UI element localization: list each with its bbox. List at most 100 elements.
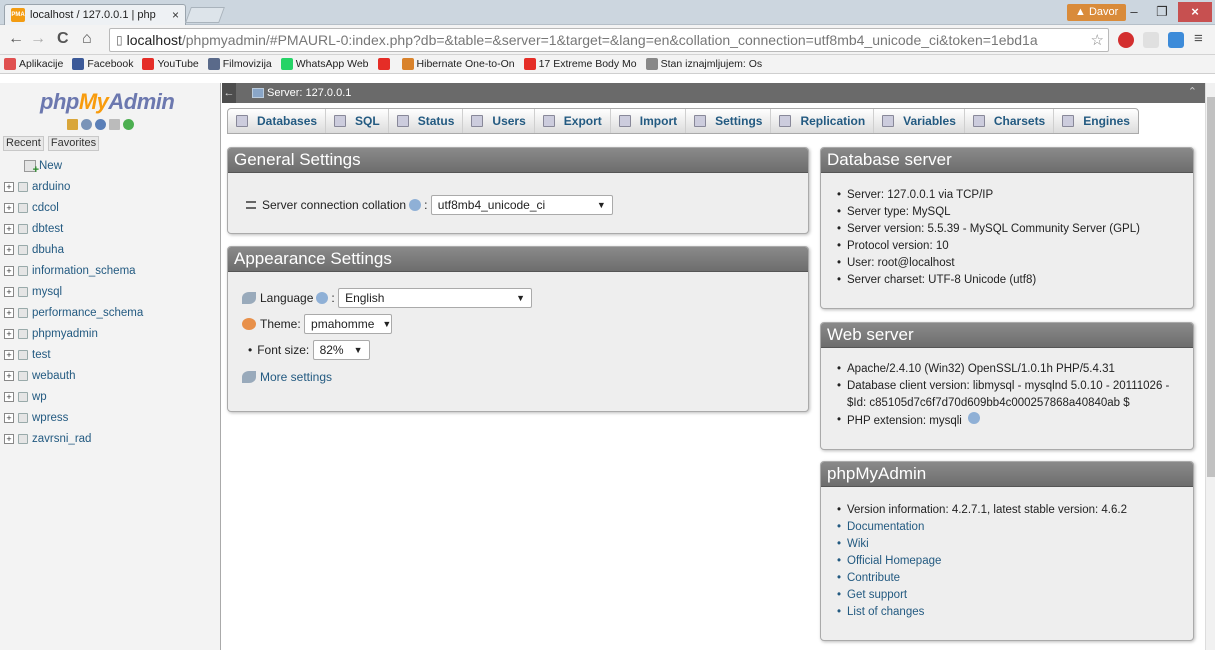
web-server-title: Web server [821, 323, 1193, 348]
bookmark-item[interactable]: 17 Extreme Body Mo [523, 58, 637, 70]
database-item[interactable]: + dbuha [4, 239, 219, 260]
expand-icon[interactable]: + [4, 223, 14, 234]
translate-extension-icon[interactable] [1168, 32, 1184, 48]
database-item[interactable]: + zavrsni_rad [4, 428, 219, 449]
home-icon[interactable]: ⌂ [82, 30, 92, 48]
theme-select[interactable]: pmahomme ▼ [304, 314, 393, 334]
user-name: Davor [1088, 6, 1119, 18]
pma-link[interactable]: Get support [835, 587, 1179, 604]
tab-users[interactable]: Users [463, 109, 535, 133]
bookmark-item[interactable]: Facebook [72, 58, 133, 70]
minimize-button[interactable]: – [1120, 2, 1148, 22]
tab-close-icon[interactable]: × [172, 8, 179, 22]
maximize-button[interactable]: ❐ [1148, 2, 1176, 22]
expand-icon[interactable]: + [4, 328, 14, 339]
pma-link[interactable]: Contribute [835, 570, 1179, 587]
help-icon[interactable] [95, 119, 106, 130]
bookmark-star-icon[interactable]: ☆ [1088, 31, 1104, 49]
more-settings-link[interactable]: More settings [260, 370, 332, 384]
browser-tab[interactable]: PMA localhost / 127.0.0.1 | php × [4, 4, 186, 25]
collation-select[interactable]: utf8mb4_unicode_ci ▼ [430, 195, 613, 215]
new-tab-button[interactable] [185, 7, 225, 23]
database-item[interactable]: + webauth [4, 365, 219, 386]
bookmark-item[interactable]: WhatsApp Web [280, 58, 369, 70]
bookmark-item[interactable]: Filmovizija [207, 58, 272, 70]
expand-icon[interactable]: + [4, 391, 14, 402]
database-item[interactable]: + arduino [4, 176, 219, 197]
documentation-icon[interactable] [109, 119, 120, 130]
database-icon [18, 412, 28, 423]
expand-icon[interactable]: + [4, 433, 14, 444]
menu-icon[interactable]: ≡ [1194, 30, 1203, 47]
nav-quick-icons [67, 119, 134, 130]
database-item[interactable]: + mysql [4, 281, 219, 302]
expand-icon[interactable]: + [4, 370, 14, 381]
page-scrollbar[interactable] [1205, 83, 1215, 650]
expand-icon[interactable]: + [4, 349, 14, 360]
pma-link[interactable]: List of changes [835, 604, 1179, 621]
database-name: performance_schema [32, 306, 144, 319]
database-item[interactable]: + dbtest [4, 218, 219, 239]
phpmyadmin-logo[interactable]: phpMyAdmin [40, 89, 175, 115]
pma-link[interactable]: Documentation [835, 519, 1179, 536]
bookmark-favicon-icon [401, 58, 414, 70]
tab-variables[interactable]: Variables [874, 109, 965, 133]
favorites-tab[interactable]: Favorites [47, 136, 100, 151]
scrollbar-thumb[interactable] [1207, 97, 1215, 477]
logout-icon[interactable] [81, 119, 92, 130]
tab-import[interactable]: Import [611, 109, 687, 133]
database-item[interactable]: + information_schema [4, 260, 219, 281]
collation-help-icon[interactable] [409, 199, 422, 211]
close-window-button[interactable]: × [1178, 2, 1212, 22]
bookmark-item[interactable]: Hibernate One-to-On [401, 58, 515, 70]
database-item[interactable]: + wpress [4, 407, 219, 428]
new-database-item[interactable]: New [4, 155, 219, 176]
php-extension-help-icon[interactable] [968, 412, 981, 424]
expand-icon[interactable]: + [4, 307, 14, 318]
reload-icon[interactable]: C [57, 30, 69, 48]
expand-icon[interactable]: + [4, 265, 14, 276]
tab-engines[interactable]: Engines [1054, 109, 1138, 133]
collapse-nav-arrow-icon[interactable]: ← [222, 83, 236, 103]
tab-sql[interactable]: SQL [326, 109, 389, 133]
reload-icon[interactable] [123, 119, 134, 130]
opera-extension-icon[interactable] [1118, 32, 1134, 48]
database-item[interactable]: + cdcol [4, 197, 219, 218]
bookmark-item[interactable]: Aplikacije [4, 58, 63, 70]
expand-icon[interactable]: + [4, 181, 14, 192]
home-icon[interactable] [67, 119, 78, 130]
expand-icon[interactable]: + [4, 412, 14, 423]
database-item[interactable]: + phpmyadmin [4, 323, 219, 344]
databases-icon [236, 115, 248, 127]
server-breadcrumb[interactable]: Server: 127.0.0.1 [252, 87, 351, 99]
bookmark-label: Facebook [87, 58, 134, 70]
expand-icon[interactable]: + [4, 286, 14, 297]
tab-replication[interactable]: Replication [771, 109, 875, 133]
user-profile-badge[interactable]: ▲ Davor [1067, 4, 1127, 21]
database-item[interactable]: + performance_schema [4, 302, 219, 323]
forward-arrow-icon[interactable]: → [30, 30, 46, 48]
expand-icon[interactable]: + [4, 244, 14, 255]
tab-charsets[interactable]: Charsets [965, 109, 1055, 133]
database-item[interactable]: + wp [4, 386, 219, 407]
url-host: localhost [126, 32, 182, 48]
recent-tab[interactable]: Recent [3, 136, 44, 151]
pma-link[interactable]: Official Homepage [835, 553, 1179, 570]
url-input[interactable]: ▯ localhost/phpmyadmin/#PMAURL-0:index.p… [109, 28, 1109, 52]
language-help-icon[interactable] [316, 292, 329, 304]
database-item[interactable]: + test [4, 344, 219, 365]
language-select[interactable]: English ▼ [338, 288, 533, 308]
extension-icon[interactable] [1143, 32, 1159, 48]
bookmark-item[interactable]: YouTube [142, 58, 199, 70]
fontsize-select[interactable]: 82% ▼ [312, 340, 370, 360]
tab-settings[interactable]: Settings [686, 109, 772, 133]
bookmark-item[interactable]: Stan iznajmljujem: Os [645, 58, 762, 70]
tab-databases[interactable]: Databases [228, 109, 327, 133]
collapse-topbar-icon[interactable]: ⌃ [1188, 85, 1197, 98]
bookmark-item[interactable] [377, 58, 393, 70]
pma-link[interactable]: Wiki [835, 536, 1179, 553]
tab-export[interactable]: Export [535, 109, 611, 133]
back-arrow-icon[interactable]: ← [8, 30, 24, 48]
expand-icon[interactable]: + [4, 202, 14, 213]
tab-status[interactable]: Status [389, 109, 464, 133]
